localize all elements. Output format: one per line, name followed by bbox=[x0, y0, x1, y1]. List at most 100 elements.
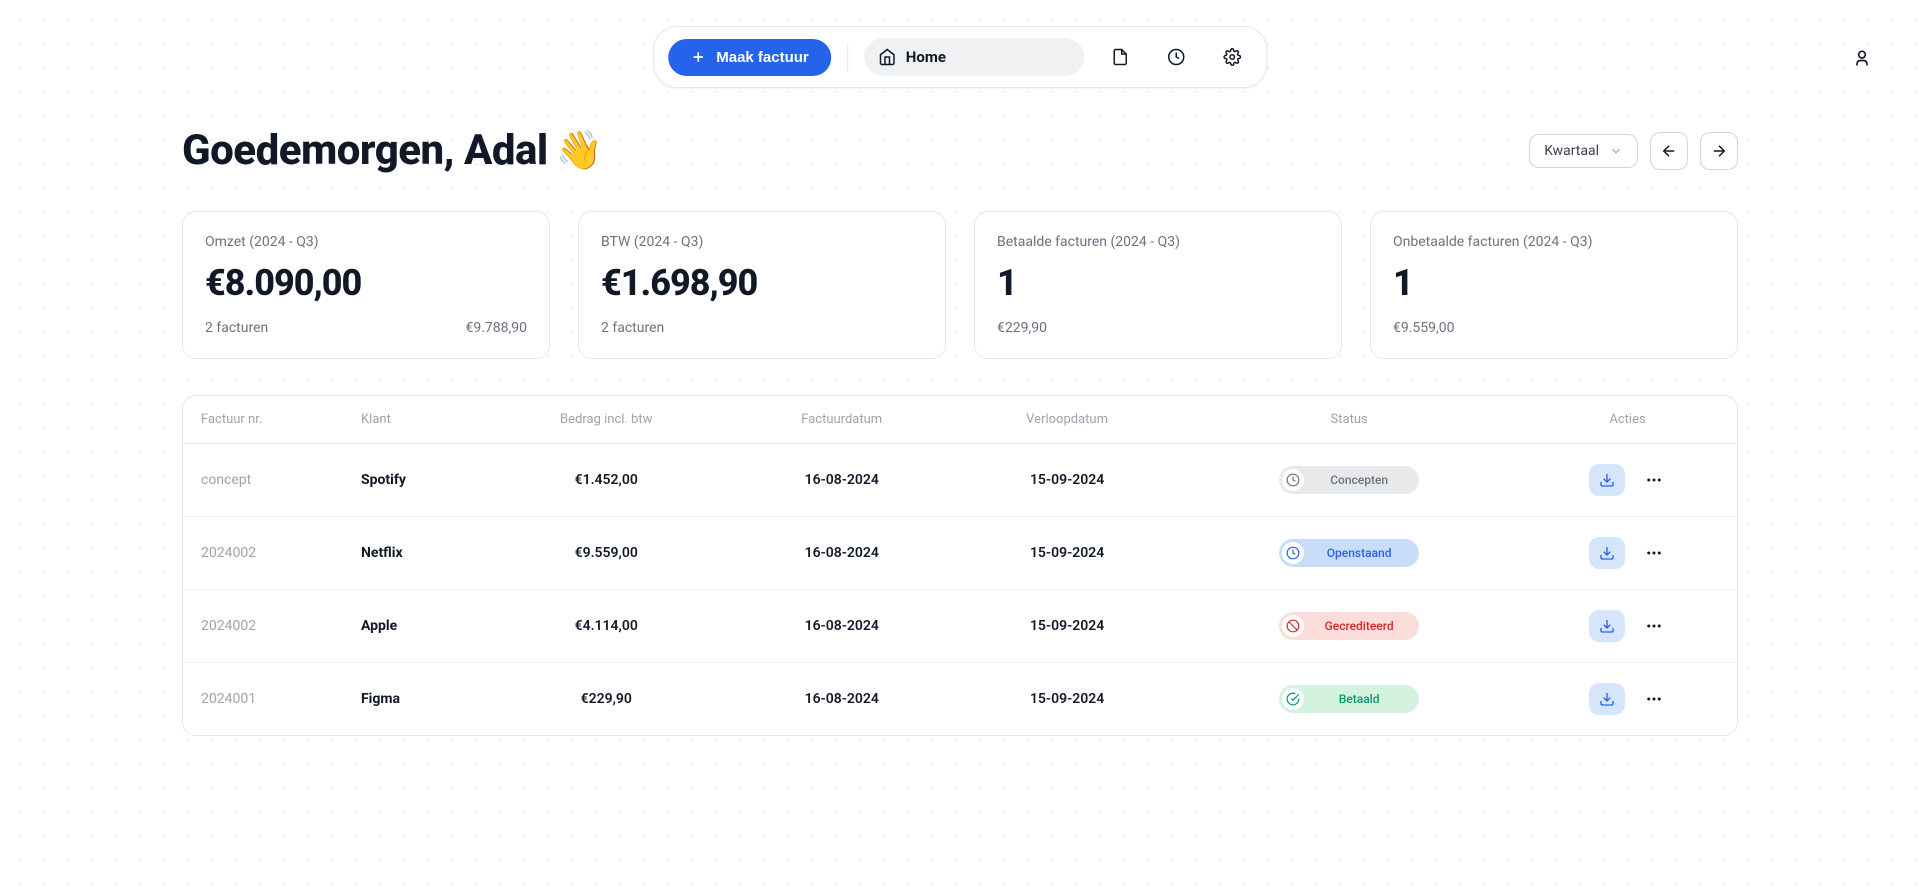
status-label: Openstaand bbox=[1312, 546, 1416, 560]
status-badge: Betaald bbox=[1279, 685, 1419, 713]
download-icon bbox=[1599, 545, 1615, 561]
more-actions-button[interactable] bbox=[1641, 613, 1667, 639]
cell-klant: Netflix bbox=[343, 517, 483, 590]
cell-nr: 2024002 bbox=[183, 590, 343, 663]
more-actions-button[interactable] bbox=[1641, 467, 1667, 493]
download-icon bbox=[1599, 472, 1615, 488]
more-horizontal-icon bbox=[1645, 544, 1663, 562]
gear-icon bbox=[1223, 48, 1241, 66]
stat-card: BTW (2024 - Q3) €1.698,90 2 facturen bbox=[578, 211, 946, 359]
status-label: Gecrediteerd bbox=[1312, 619, 1416, 633]
nav-documents-button[interactable] bbox=[1100, 37, 1140, 77]
clock-icon bbox=[1167, 48, 1185, 66]
stat-label: BTW (2024 - Q3) bbox=[601, 234, 923, 250]
stat-foot-left: €9.559,00 bbox=[1393, 320, 1455, 336]
table-row: 2024002 Netflix €9.559,00 16-08-2024 15-… bbox=[183, 517, 1737, 590]
plus-icon bbox=[690, 49, 706, 65]
page-greeting: Goedemorgen, Adal 👋 bbox=[182, 126, 603, 175]
period-label: Kwartaal bbox=[1544, 143, 1599, 159]
status-label: Concepten bbox=[1312, 473, 1416, 487]
th-status: Status bbox=[1180, 396, 1518, 444]
user-menu-button[interactable] bbox=[1852, 48, 1872, 68]
next-period-button[interactable] bbox=[1700, 132, 1738, 170]
nav-home[interactable]: Home bbox=[864, 38, 1084, 76]
top-nav: Maak factuur Home bbox=[653, 26, 1267, 88]
stat-foot-left: 2 facturen bbox=[205, 320, 268, 336]
cell-factuurdatum: 16-08-2024 bbox=[729, 444, 954, 517]
document-icon bbox=[1111, 48, 1129, 66]
cell-bedrag: €4.114,00 bbox=[483, 590, 729, 663]
status-icon bbox=[1282, 615, 1304, 637]
th-bedrag: Bedrag incl. btw bbox=[483, 396, 729, 444]
more-horizontal-icon bbox=[1645, 471, 1663, 489]
download-button[interactable] bbox=[1589, 537, 1625, 569]
prev-period-button[interactable] bbox=[1650, 132, 1688, 170]
cell-verloopdatum: 15-09-2024 bbox=[954, 663, 1180, 736]
arrow-right-icon bbox=[1710, 142, 1728, 160]
cell-klant: Spotify bbox=[343, 444, 483, 517]
cell-factuurdatum: 16-08-2024 bbox=[729, 663, 954, 736]
period-select[interactable]: Kwartaal bbox=[1529, 134, 1638, 168]
th-acties: Acties bbox=[1518, 396, 1737, 444]
wave-emoji: 👋 bbox=[556, 129, 603, 173]
cell-factuurdatum: 16-08-2024 bbox=[729, 590, 954, 663]
download-button[interactable] bbox=[1589, 610, 1625, 642]
stat-card: Omzet (2024 - Q3) €8.090,00 2 facturen €… bbox=[182, 211, 550, 359]
stat-label: Betaalde facturen (2024 - Q3) bbox=[997, 234, 1319, 250]
greeting-text: Goedemorgen, Adal bbox=[182, 126, 548, 175]
stat-label: Onbetaalde facturen (2024 - Q3) bbox=[1393, 234, 1715, 250]
cell-nr: 2024001 bbox=[183, 663, 343, 736]
th-factuurdatum: Factuurdatum bbox=[729, 396, 954, 444]
table-row: 2024002 Apple €4.114,00 16-08-2024 15-09… bbox=[183, 590, 1737, 663]
cell-bedrag: €229,90 bbox=[483, 663, 729, 736]
table-row: concept Spotify €1.452,00 16-08-2024 15-… bbox=[183, 444, 1737, 517]
th-nr: Factuur nr. bbox=[183, 396, 343, 444]
download-button[interactable] bbox=[1589, 464, 1625, 496]
status-label: Betaald bbox=[1312, 692, 1416, 706]
cell-klant: Apple bbox=[343, 590, 483, 663]
cell-factuurdatum: 16-08-2024 bbox=[729, 517, 954, 590]
stat-value: 1 bbox=[1393, 262, 1715, 304]
more-actions-button[interactable] bbox=[1641, 686, 1667, 712]
chevron-down-icon bbox=[1609, 144, 1623, 158]
nav-home-label: Home bbox=[906, 48, 946, 66]
more-horizontal-icon bbox=[1645, 690, 1663, 708]
th-klant: Klant bbox=[343, 396, 483, 444]
user-icon bbox=[1852, 48, 1872, 68]
cell-nr: 2024002 bbox=[183, 517, 343, 590]
download-button[interactable] bbox=[1589, 683, 1625, 715]
cell-bedrag: €1.452,00 bbox=[483, 444, 729, 517]
more-actions-button[interactable] bbox=[1641, 540, 1667, 566]
cell-bedrag: €9.559,00 bbox=[483, 517, 729, 590]
nav-settings-button[interactable] bbox=[1212, 37, 1252, 77]
stat-label: Omzet (2024 - Q3) bbox=[205, 234, 527, 250]
home-icon bbox=[878, 48, 896, 66]
stat-value: 1 bbox=[997, 262, 1319, 304]
stat-card: Onbetaalde facturen (2024 - Q3) 1 €9.559… bbox=[1370, 211, 1738, 359]
stat-value: €8.090,00 bbox=[205, 262, 527, 304]
table-row: 2024001 Figma €229,90 16-08-2024 15-09-2… bbox=[183, 663, 1737, 736]
cell-verloopdatum: 15-09-2024 bbox=[954, 517, 1180, 590]
cell-verloopdatum: 15-09-2024 bbox=[954, 444, 1180, 517]
stat-card: Betaalde facturen (2024 - Q3) 1 €229,90 bbox=[974, 211, 1342, 359]
status-icon bbox=[1282, 688, 1304, 710]
cell-nr: concept bbox=[183, 444, 343, 517]
download-icon bbox=[1599, 691, 1615, 707]
stat-foot-right: €9.788,90 bbox=[465, 320, 527, 336]
status-badge: Concepten bbox=[1279, 466, 1419, 494]
download-icon bbox=[1599, 618, 1615, 634]
status-badge: Gecrediteerd bbox=[1279, 612, 1419, 640]
stat-value: €1.698,90 bbox=[601, 262, 923, 304]
create-invoice-button[interactable]: Maak factuur bbox=[668, 39, 831, 76]
stat-foot-left: €229,90 bbox=[997, 320, 1047, 336]
nav-history-button[interactable] bbox=[1156, 37, 1196, 77]
invoice-table: Factuur nr. Klant Bedrag incl. btw Factu… bbox=[182, 395, 1738, 736]
status-badge: Openstaand bbox=[1279, 539, 1419, 567]
stat-foot-left: 2 facturen bbox=[601, 320, 664, 336]
th-verloopdatum: Verloopdatum bbox=[954, 396, 1180, 444]
status-icon bbox=[1282, 542, 1304, 564]
status-icon bbox=[1282, 469, 1304, 491]
nav-divider bbox=[847, 43, 848, 71]
cell-klant: Figma bbox=[343, 663, 483, 736]
cell-verloopdatum: 15-09-2024 bbox=[954, 590, 1180, 663]
